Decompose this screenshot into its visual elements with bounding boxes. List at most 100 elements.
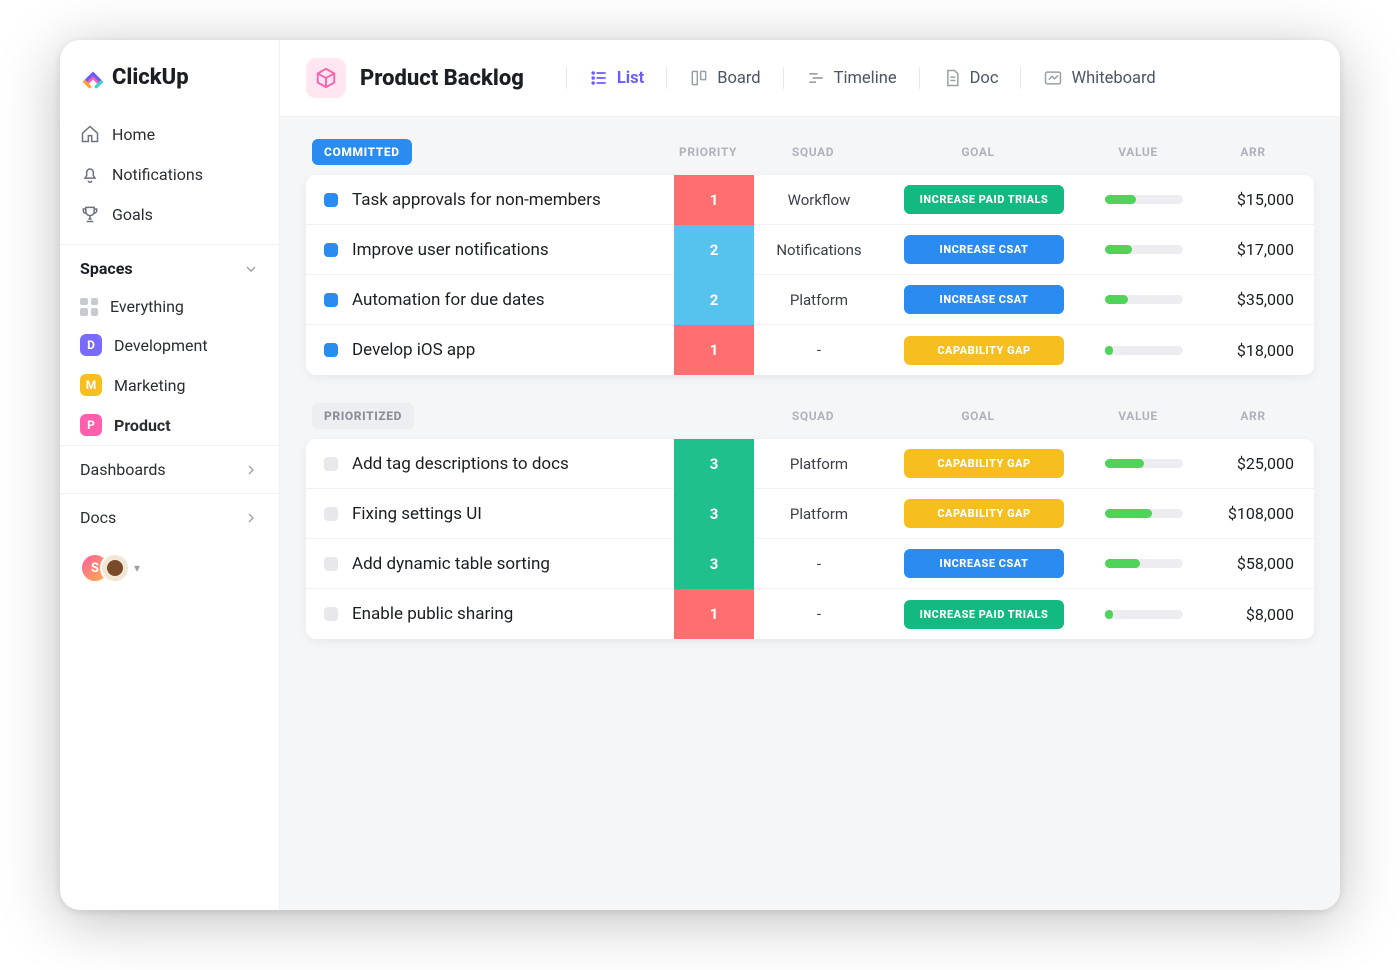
column-header-priority[interactable]: [668, 409, 748, 423]
column-header-priority[interactable]: PRIORITY: [668, 145, 748, 159]
cell-value[interactable]: [1084, 245, 1204, 254]
tab-board[interactable]: Board: [679, 62, 770, 94]
cell-value[interactable]: [1084, 610, 1204, 619]
cell-priority[interactable]: 2: [674, 225, 754, 275]
cell-goal[interactable]: INCREASE CSAT: [884, 235, 1084, 264]
cell-value[interactable]: [1084, 346, 1204, 355]
cell-arr[interactable]: $108,000: [1204, 504, 1314, 523]
cell-arr[interactable]: $15,000: [1204, 190, 1314, 209]
tab-timeline[interactable]: Timeline: [796, 62, 907, 94]
cell-goal[interactable]: INCREASE CSAT: [884, 285, 1084, 314]
task-row[interactable]: Add dynamic table sorting3-INCREASE CSAT…: [306, 539, 1314, 589]
sidebar-item-docs[interactable]: Docs: [60, 493, 279, 541]
task-status-square[interactable]: [324, 193, 338, 207]
task-title[interactable]: Automation for due dates: [352, 290, 674, 310]
column-header-arr[interactable]: ARR: [1198, 409, 1308, 423]
cell-goal[interactable]: INCREASE CSAT: [884, 549, 1084, 578]
cell-arr[interactable]: $8,000: [1204, 605, 1314, 624]
cell-value[interactable]: [1084, 295, 1204, 304]
sidebar-item-dashboards[interactable]: Dashboards: [60, 446, 279, 493]
user-avatars[interactable]: S ▾: [60, 541, 279, 595]
tab-whiteboard[interactable]: Whiteboard: [1033, 62, 1165, 94]
cell-squad[interactable]: Platform: [754, 291, 884, 309]
task-status-square[interactable]: [324, 243, 338, 257]
task-status-square[interactable]: [324, 343, 338, 357]
cell-goal[interactable]: CAPABILITY GAP: [884, 449, 1084, 478]
page-title: Product Backlog: [360, 66, 524, 91]
cell-squad[interactable]: Platform: [754, 505, 884, 523]
task-row[interactable]: Task approvals for non-members1WorkflowI…: [306, 175, 1314, 225]
task-status-square[interactable]: [324, 607, 338, 621]
task-title[interactable]: Improve user notifications: [352, 240, 674, 260]
cell-goal[interactable]: INCREASE PAID TRIALS: [884, 185, 1084, 214]
cell-squad[interactable]: -: [754, 555, 884, 573]
column-header-arr[interactable]: ARR: [1198, 145, 1308, 159]
sidebar-space-product[interactable]: PProduct: [60, 405, 279, 445]
sidebar-item-goals[interactable]: Goals: [60, 194, 279, 234]
task-title[interactable]: Add tag descriptions to docs: [352, 454, 674, 474]
column-header-goal[interactable]: GOAL: [878, 145, 1078, 159]
column-header-value[interactable]: VALUE: [1078, 409, 1198, 423]
cell-arr[interactable]: $25,000: [1204, 454, 1314, 473]
cell-priority[interactable]: 1: [674, 589, 754, 639]
brand-logo[interactable]: ClickUp: [60, 56, 279, 108]
home-icon: [80, 124, 100, 144]
cell-value[interactable]: [1084, 509, 1204, 518]
task-row[interactable]: Fixing settings UI3PlatformCAPABILITY GA…: [306, 489, 1314, 539]
column-header-squad[interactable]: SQUAD: [748, 409, 878, 423]
task-cells: 2NotificationsINCREASE CSAT $17,000: [674, 225, 1314, 275]
sidebar-item-home[interactable]: Home: [60, 114, 279, 154]
task-title[interactable]: Enable public sharing: [352, 604, 674, 624]
column-header-squad[interactable]: SQUAD: [748, 145, 878, 159]
task-status-square[interactable]: [324, 507, 338, 521]
sidebar-item-everything[interactable]: Everything: [60, 288, 279, 325]
task-title[interactable]: Fixing settings UI: [352, 504, 674, 524]
cell-value[interactable]: [1084, 459, 1204, 468]
cell-priority[interactable]: 2: [674, 275, 754, 325]
cell-goal[interactable]: CAPABILITY GAP: [884, 336, 1084, 365]
cell-squad[interactable]: Workflow: [754, 191, 884, 209]
column-header-value[interactable]: VALUE: [1078, 145, 1198, 159]
divider: [919, 67, 920, 89]
task-status-square[interactable]: [324, 457, 338, 471]
cell-goal[interactable]: CAPABILITY GAP: [884, 499, 1084, 528]
cell-goal[interactable]: INCREASE PAID TRIALS: [884, 600, 1084, 629]
task-title[interactable]: Add dynamic table sorting: [352, 554, 674, 574]
cell-value[interactable]: [1084, 559, 1204, 568]
cell-priority[interactable]: 1: [674, 175, 754, 225]
task-status-square[interactable]: [324, 557, 338, 571]
cell-arr[interactable]: $17,000: [1204, 240, 1314, 259]
task-row[interactable]: Automation for due dates2PlatformINCREAS…: [306, 275, 1314, 325]
sidebar-space-marketing[interactable]: MMarketing: [60, 365, 279, 405]
task-row[interactable]: Develop iOS app1-CAPABILITY GAP $18,000: [306, 325, 1314, 375]
cell-priority[interactable]: 3: [674, 439, 754, 489]
group-status-chip[interactable]: PRIORITIZED: [312, 403, 414, 429]
task-row[interactable]: Add tag descriptions to docs3PlatformCAP…: [306, 439, 1314, 489]
task-title[interactable]: Task approvals for non-members: [352, 190, 674, 210]
sidebar-item-notifications[interactable]: Notifications: [60, 154, 279, 194]
cell-squad[interactable]: Platform: [754, 455, 884, 473]
tab-label-doc: Doc: [970, 69, 999, 88]
view-tabs: List Board Timeline Doc: [556, 62, 1166, 94]
task-title[interactable]: Develop iOS app: [352, 340, 674, 360]
sidebar-space-development[interactable]: DDevelopment: [60, 325, 279, 365]
cell-arr[interactable]: $18,000: [1204, 341, 1314, 360]
group-status-chip[interactable]: COMMITTED: [312, 139, 412, 165]
cell-arr[interactable]: $35,000: [1204, 290, 1314, 309]
cell-squad[interactable]: Notifications: [754, 241, 884, 259]
cell-squad[interactable]: -: [754, 341, 884, 359]
task-status-square[interactable]: [324, 293, 338, 307]
task-row[interactable]: Improve user notifications2Notifications…: [306, 225, 1314, 275]
spaces-header[interactable]: Spaces: [60, 244, 279, 288]
cell-squad[interactable]: -: [754, 605, 884, 623]
cell-priority[interactable]: 1: [674, 325, 754, 375]
tab-doc[interactable]: Doc: [932, 62, 1009, 94]
cell-priority[interactable]: 3: [674, 539, 754, 589]
tab-list[interactable]: List: [579, 62, 654, 94]
task-row[interactable]: Enable public sharing1-INCREASE PAID TRI…: [306, 589, 1314, 639]
cell-priority[interactable]: 3: [674, 489, 754, 539]
chevron-right-icon: [243, 510, 259, 526]
cell-arr[interactable]: $58,000: [1204, 554, 1314, 573]
column-header-goal[interactable]: GOAL: [878, 409, 1078, 423]
cell-value[interactable]: [1084, 195, 1204, 204]
